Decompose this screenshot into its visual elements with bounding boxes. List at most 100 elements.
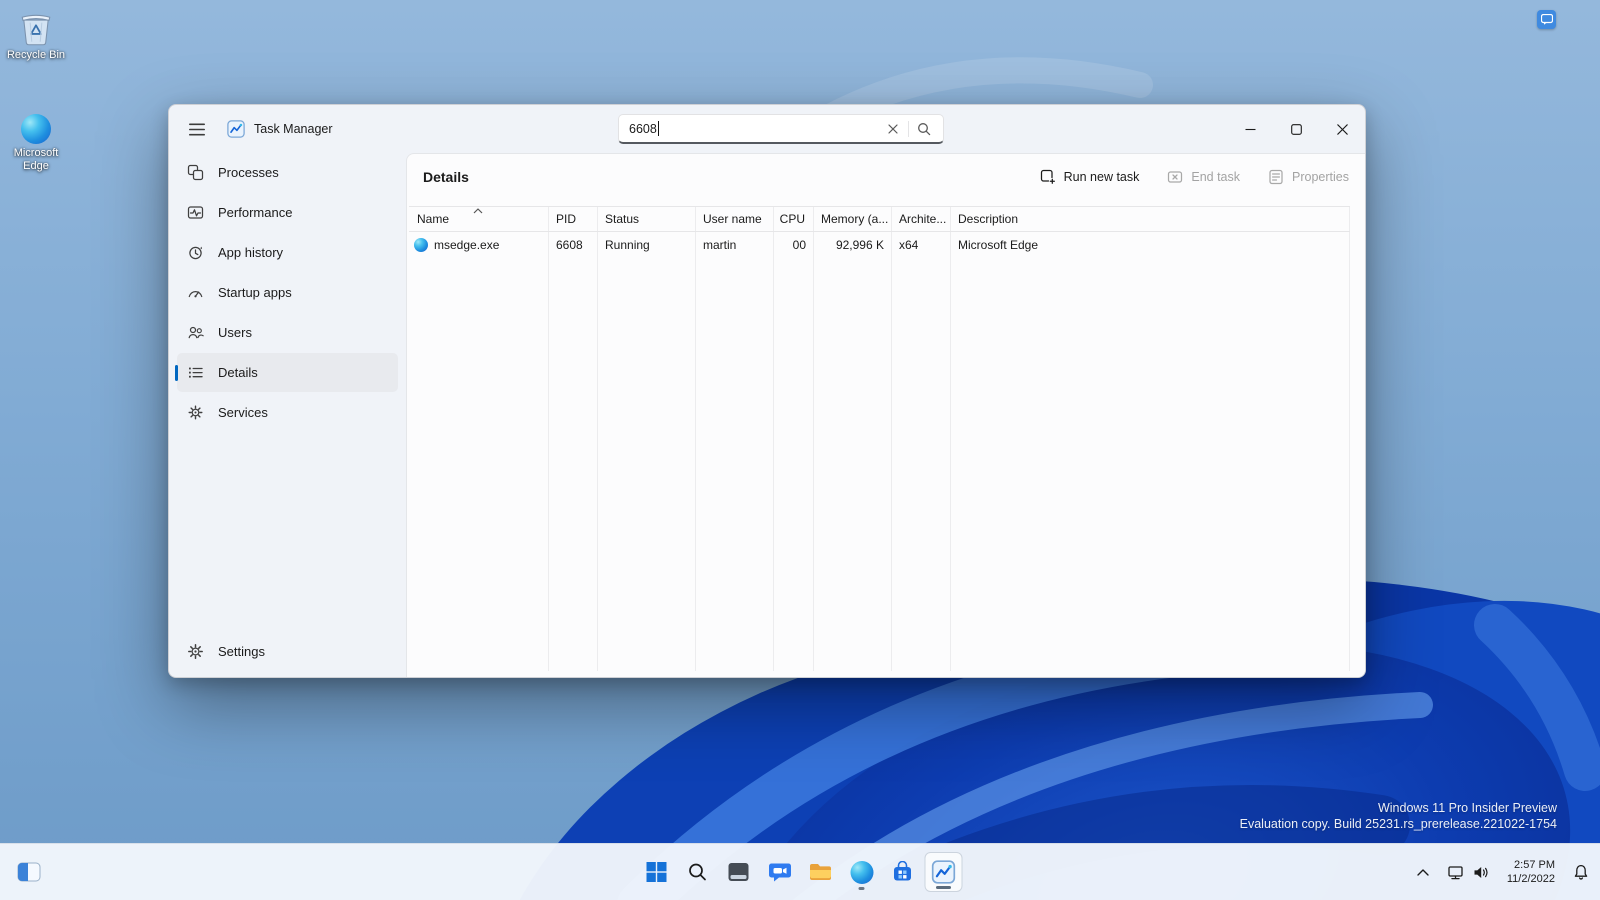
window-controls	[1227, 105, 1365, 153]
column-separator[interactable]	[891, 206, 892, 671]
sidebar-item-users[interactable]: Users	[177, 313, 398, 352]
clear-search-button[interactable]	[880, 117, 906, 141]
task-manager-icon	[932, 860, 956, 884]
column-header-user-name[interactable]: User name	[695, 212, 773, 226]
search-divider	[908, 121, 909, 137]
widgets-button[interactable]	[10, 854, 48, 890]
titlebar: Task Manager 6608	[169, 105, 1365, 153]
processes-icon	[187, 164, 204, 181]
start-button[interactable]	[638, 852, 676, 892]
chat-icon	[768, 862, 791, 883]
taskbar-clock[interactable]: 2:57 PM 11/2/2022	[1502, 854, 1560, 890]
column-header-pid[interactable]: PID	[548, 212, 597, 226]
sidebar-item-app-history[interactable]: App history	[177, 233, 398, 272]
sidebar-nav: Processes Performance App history Startu…	[169, 153, 406, 677]
end-task-icon	[1167, 169, 1183, 185]
desktop: Recycle Bin Microsoft Edge Windows 11 Pr…	[0, 0, 1600, 900]
cell-pid: 6608	[548, 238, 597, 252]
microsoft-store-button[interactable]	[884, 852, 922, 892]
app-history-icon	[187, 244, 204, 261]
column-header-description[interactable]: Description	[950, 212, 1350, 226]
maximize-icon	[1291, 124, 1302, 135]
clock-time: 2:57 PM	[1507, 858, 1555, 872]
properties-button[interactable]: Properties	[1268, 169, 1349, 185]
column-header-status[interactable]: Status	[597, 212, 695, 226]
sidebar-item-details[interactable]: Details	[177, 353, 398, 392]
details-table: Name PID Status User name CPU Memory (a.…	[409, 206, 1350, 671]
maximize-button[interactable]	[1273, 105, 1319, 153]
hamburger-icon	[189, 123, 205, 136]
sidebar-item-settings[interactable]: Settings	[177, 632, 398, 671]
column-separator[interactable]	[695, 206, 696, 671]
system-tray: 2:57 PM 11/2/2022	[1411, 844, 1594, 900]
task-manager-button[interactable]	[925, 852, 963, 892]
clock-date: 11/2/2022	[1507, 872, 1555, 886]
cell-status: Running	[597, 238, 695, 252]
column-header-memory[interactable]: Memory (a...	[813, 212, 891, 226]
cell-cpu: 00	[773, 238, 813, 252]
windows-start-icon	[646, 861, 668, 883]
search-input[interactable]: 6608	[618, 114, 944, 144]
edge-icon	[850, 861, 873, 884]
column-separator[interactable]	[950, 206, 951, 671]
close-button[interactable]	[1319, 105, 1365, 153]
edge-icon	[21, 114, 51, 144]
sidebar-item-label: Performance	[218, 205, 292, 220]
end-task-button[interactable]: End task	[1167, 169, 1240, 185]
details-icon	[187, 364, 204, 381]
minimize-icon	[1245, 124, 1256, 135]
page-title: Details	[423, 154, 469, 200]
table-row-msedge[interactable]: msedge.exe 6608 Running martin 00 92,996…	[409, 232, 1350, 257]
column-header-name[interactable]: Name	[409, 212, 548, 226]
search-icon	[917, 122, 931, 136]
insider-watermark: Windows 11 Pro Insider Preview Evaluatio…	[1240, 800, 1557, 832]
performance-icon	[187, 204, 204, 221]
watermark-line1: Windows 11 Pro Insider Preview	[1240, 800, 1557, 816]
task-view-button[interactable]	[720, 852, 758, 892]
task-manager-app-icon	[227, 120, 245, 138]
spotlight-info-icon[interactable]	[1537, 10, 1556, 29]
sidebar-item-label: Details	[218, 365, 258, 380]
column-separator[interactable]	[813, 206, 814, 671]
details-pane: Details Run new task End task Properties	[406, 153, 1365, 677]
end-task-label: End task	[1191, 170, 1240, 184]
run-new-task-icon	[1040, 169, 1056, 185]
task-view-icon	[728, 862, 750, 882]
run-new-task-button[interactable]: Run new task	[1040, 169, 1140, 185]
sidebar-item-startup-apps[interactable]: Startup apps	[177, 273, 398, 312]
desktop-icon-microsoft-edge[interactable]: Microsoft Edge	[0, 114, 72, 173]
search-submit-button[interactable]	[911, 117, 937, 141]
column-separator[interactable]	[597, 206, 598, 671]
properties-icon	[1268, 169, 1284, 185]
sidebar-item-performance[interactable]: Performance	[177, 193, 398, 232]
file-explorer-button[interactable]	[802, 852, 840, 892]
desktop-icon-label: Recycle Bin	[7, 49, 65, 62]
notification-center-button[interactable]	[1568, 854, 1594, 890]
column-header-architecture[interactable]: Archite...	[891, 212, 950, 226]
sort-ascending-icon	[473, 208, 483, 214]
sidebar-item-services[interactable]: Services	[177, 393, 398, 432]
chevron-up-icon	[1416, 867, 1430, 878]
taskbar-search-button[interactable]	[679, 852, 717, 892]
show-hidden-icons-button[interactable]	[1411, 854, 1435, 890]
properties-label: Properties	[1292, 170, 1349, 184]
search-icon	[688, 862, 708, 882]
navigation-menu-button[interactable]	[177, 112, 217, 146]
text-caret	[658, 121, 659, 136]
close-icon	[1337, 124, 1348, 135]
run-new-task-label: Run new task	[1064, 170, 1140, 184]
minimize-button[interactable]	[1227, 105, 1273, 153]
column-separator[interactable]	[548, 206, 549, 671]
desktop-icon-recycle-bin[interactable]: Recycle Bin	[0, 10, 72, 62]
settings-gear-icon	[187, 643, 204, 660]
sidebar-item-processes[interactable]: Processes	[177, 153, 398, 192]
cell-architecture: x64	[891, 238, 950, 252]
network-volume-button[interactable]	[1443, 854, 1494, 890]
column-separator[interactable]	[773, 206, 774, 671]
services-icon	[187, 404, 204, 421]
edge-button[interactable]	[843, 852, 881, 892]
column-header-cpu[interactable]: CPU	[773, 212, 813, 226]
app-title: Task Manager	[227, 105, 333, 153]
widgets-icon	[17, 862, 41, 882]
chat-button[interactable]	[761, 852, 799, 892]
